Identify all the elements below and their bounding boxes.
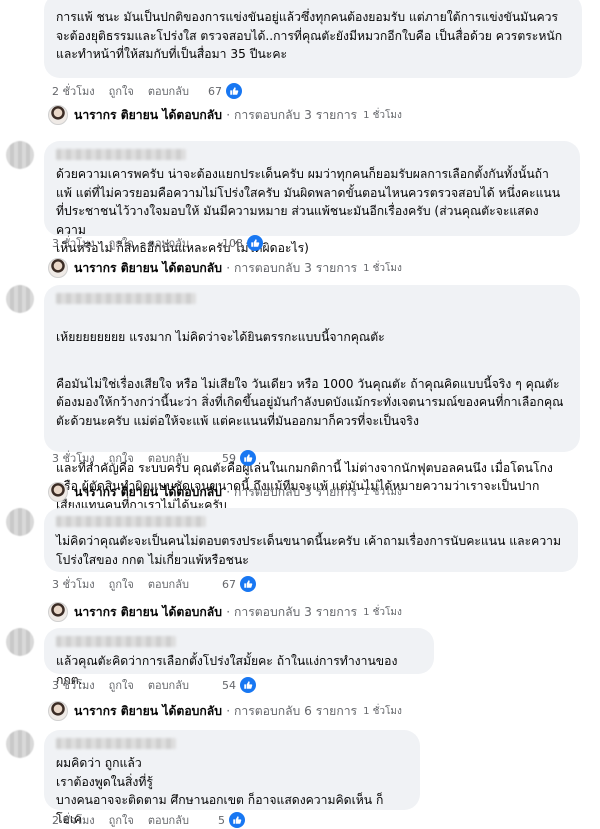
like-thumb-icon xyxy=(226,83,242,99)
comment-time[interactable]: 2 ชั่วโมง xyxy=(52,811,95,829)
reaction-count[interactable]: 5 xyxy=(218,811,245,829)
view-replies-link[interactable]: นารากร ติยายน ได้ตอบกลับ · การตอบกลับ 3 … xyxy=(48,601,402,623)
commenter-avatar[interactable] xyxy=(6,730,34,758)
reaction-count-value: 108 xyxy=(222,236,243,250)
replier-avatar xyxy=(48,105,68,125)
commenter-avatar[interactable] xyxy=(6,285,34,313)
replier-name: นารากร ติยายน xyxy=(74,703,159,718)
reply-button[interactable]: ตอบกลับ xyxy=(148,234,189,252)
replier-action: ได้ตอบกลับ xyxy=(162,260,222,275)
like-button[interactable]: ถูกใจ xyxy=(109,449,134,467)
replies-time: 1 ชั่วโมง xyxy=(363,705,402,717)
replier-action: ได้ตอบกลับ xyxy=(162,604,222,619)
replier-action: ได้ตอบกลับ xyxy=(162,703,222,718)
replier-name: นารากร ติยายน xyxy=(74,260,159,275)
commenter-avatar[interactable] xyxy=(6,628,34,656)
like-button[interactable]: ถูกใจ xyxy=(109,234,134,252)
reaction-count-value: 5 xyxy=(218,813,225,827)
view-replies-link[interactable]: นารากร ติยายน ได้ตอบกลับ · การตอบกลับ 3 … xyxy=(48,104,402,126)
commenter-name-redacted xyxy=(56,149,186,160)
like-thumb-icon xyxy=(240,677,256,693)
replies-summary: · การตอบกลับ 3 รายการ xyxy=(226,260,358,275)
reply-button[interactable]: ตอบกลับ xyxy=(148,575,189,593)
comment-time[interactable]: 3 ชั่วโมง xyxy=(52,575,95,593)
replier-avatar xyxy=(48,482,68,502)
comment-paragraph: คือมันไม่ใช่เรื่องเสียใจ หรือ ไม่เสียใจ … xyxy=(56,376,564,428)
like-button[interactable]: ถูกใจ xyxy=(109,811,134,829)
replier-action: ได้ตอบกลับ xyxy=(162,484,222,499)
comment-bubble: การแพ้ ชนะ มันเป็นปกติของการแข่งขันอยู่แ… xyxy=(44,0,582,78)
reaction-count[interactable]: 54 xyxy=(222,676,256,694)
comment-time[interactable]: 3 ชั่วโมง xyxy=(52,234,95,252)
comment-bubble: แล้วคุณตัะคิดว่าการเลือกตั้งโปร่งใสมั้ยค… xyxy=(44,628,434,687)
commenter-name-redacted xyxy=(56,636,176,647)
reaction-count-value: 59 xyxy=(222,451,236,465)
reaction-count[interactable]: 59 xyxy=(222,449,256,467)
replier-avatar xyxy=(48,258,68,278)
replier-action: ได้ตอบกลับ xyxy=(162,107,222,122)
comment-actions: 3 ชั่วโมง ถูกใจ ตอบกลับ xyxy=(52,235,189,251)
commenter-name-redacted xyxy=(56,738,176,749)
replier-name: นารากร ติยายน xyxy=(74,107,159,122)
comment-bubble: ไม่คิดว่าคุณตัะจะเป็นคนไม่ตอบตรงประเด็นข… xyxy=(44,508,578,572)
like-button[interactable]: ถูกใจ xyxy=(109,676,134,694)
replies-summary: · การตอบกลับ 3 รายการ xyxy=(226,107,358,122)
like-thumb-icon xyxy=(240,450,256,466)
comment-paragraph: เห้ยยยยยยยย แรงมาก ไม่คิดว่าจะได้ยินตรรก… xyxy=(56,329,385,344)
replies-summary: · การตอบกลับ 6 รายการ xyxy=(226,703,358,718)
comment-actions: 3 ชั่วโมง ถูกใจ ตอบกลับ xyxy=(52,677,189,693)
commenter-name-redacted xyxy=(56,293,196,304)
commenter-avatar[interactable] xyxy=(6,508,34,536)
comment-text: ไม่คิดว่าคุณตัะจะเป็นคนไม่ตอบตรงประเด็นข… xyxy=(56,534,562,567)
like-thumb-icon xyxy=(247,235,263,251)
view-replies-link[interactable]: นารากร ติยายน ได้ตอบกลับ · การตอบกลับ 3 … xyxy=(48,257,402,279)
replies-time: 1 ชั่วโมง xyxy=(363,262,402,274)
replier-name: นารากร ติยายน xyxy=(74,484,159,499)
reaction-count-value: 67 xyxy=(222,577,236,591)
reaction-count[interactable]: 108 xyxy=(222,234,263,252)
reply-button[interactable]: ตอบกลับ xyxy=(148,811,189,829)
reaction-count[interactable]: 67 xyxy=(208,82,242,100)
comment-actions: 3 ชั่วโมง ถูกใจ ตอบกลับ xyxy=(52,450,189,466)
like-thumb-icon xyxy=(240,576,256,592)
replier-avatar xyxy=(48,701,68,721)
commenter-name-redacted xyxy=(56,516,206,527)
replies-time: 1 ชั่วโมง xyxy=(363,486,402,498)
view-replies-link[interactable]: นารากร ติยายน ได้ตอบกลับ · การตอบกลับ 3 … xyxy=(48,481,402,503)
commenter-avatar[interactable] xyxy=(6,141,34,169)
replies-time: 1 ชั่วโมง xyxy=(363,606,402,618)
comment-time[interactable]: 3 ชั่วโมง xyxy=(52,449,95,467)
reply-button[interactable]: ตอบกลับ xyxy=(148,82,189,100)
replies-time: 1 ชั่วโมง xyxy=(363,109,402,121)
comment-bubble: ด้วยความเคารพครับ น่าจะต้องแยกประเด็นครั… xyxy=(44,141,580,255)
comment-time[interactable]: 2 ชั่วโมง xyxy=(52,82,95,100)
comment-actions: 2 ชั่วโมง ถูกใจ ตอบกลับ xyxy=(52,812,189,828)
reaction-count-value: 67 xyxy=(208,84,222,98)
reaction-count-value: 54 xyxy=(222,678,236,692)
like-button[interactable]: ถูกใจ xyxy=(109,82,134,100)
like-thumb-icon xyxy=(229,812,245,828)
comment-bubble: ผมคิดว่า ถูกแล้ว เราต้องพูดในสิ่งที่รู้ … xyxy=(44,730,420,826)
reply-button[interactable]: ตอบกลับ xyxy=(148,676,189,694)
comment-text: การแพ้ ชนะ มันเป็นปกติของการแข่งขันอยู่แ… xyxy=(56,10,563,61)
replier-name: นารากร ติยายน xyxy=(74,604,159,619)
replies-summary: · การตอบกลับ 3 รายการ xyxy=(226,484,358,499)
view-replies-link[interactable]: นารากร ติยายน ได้ตอบกลับ · การตอบกลับ 6 … xyxy=(48,700,402,722)
replier-avatar xyxy=(48,602,68,622)
comment-actions: 3 ชั่วโมง ถูกใจ ตอบกลับ xyxy=(52,576,189,592)
reply-button[interactable]: ตอบกลับ xyxy=(148,449,189,467)
replies-summary: · การตอบกลับ 3 รายการ xyxy=(226,604,358,619)
comment-actions: 2 ชั่วโมง ถูกใจ ตอบกลับ xyxy=(52,83,189,99)
like-button[interactable]: ถูกใจ xyxy=(109,575,134,593)
reaction-count[interactable]: 67 xyxy=(222,575,256,593)
comment-bubble: เห้ยยยยยยยย แรงมาก ไม่คิดว่าจะได้ยินตรรก… xyxy=(44,285,580,512)
comment-time[interactable]: 3 ชั่วโมง xyxy=(52,676,95,694)
